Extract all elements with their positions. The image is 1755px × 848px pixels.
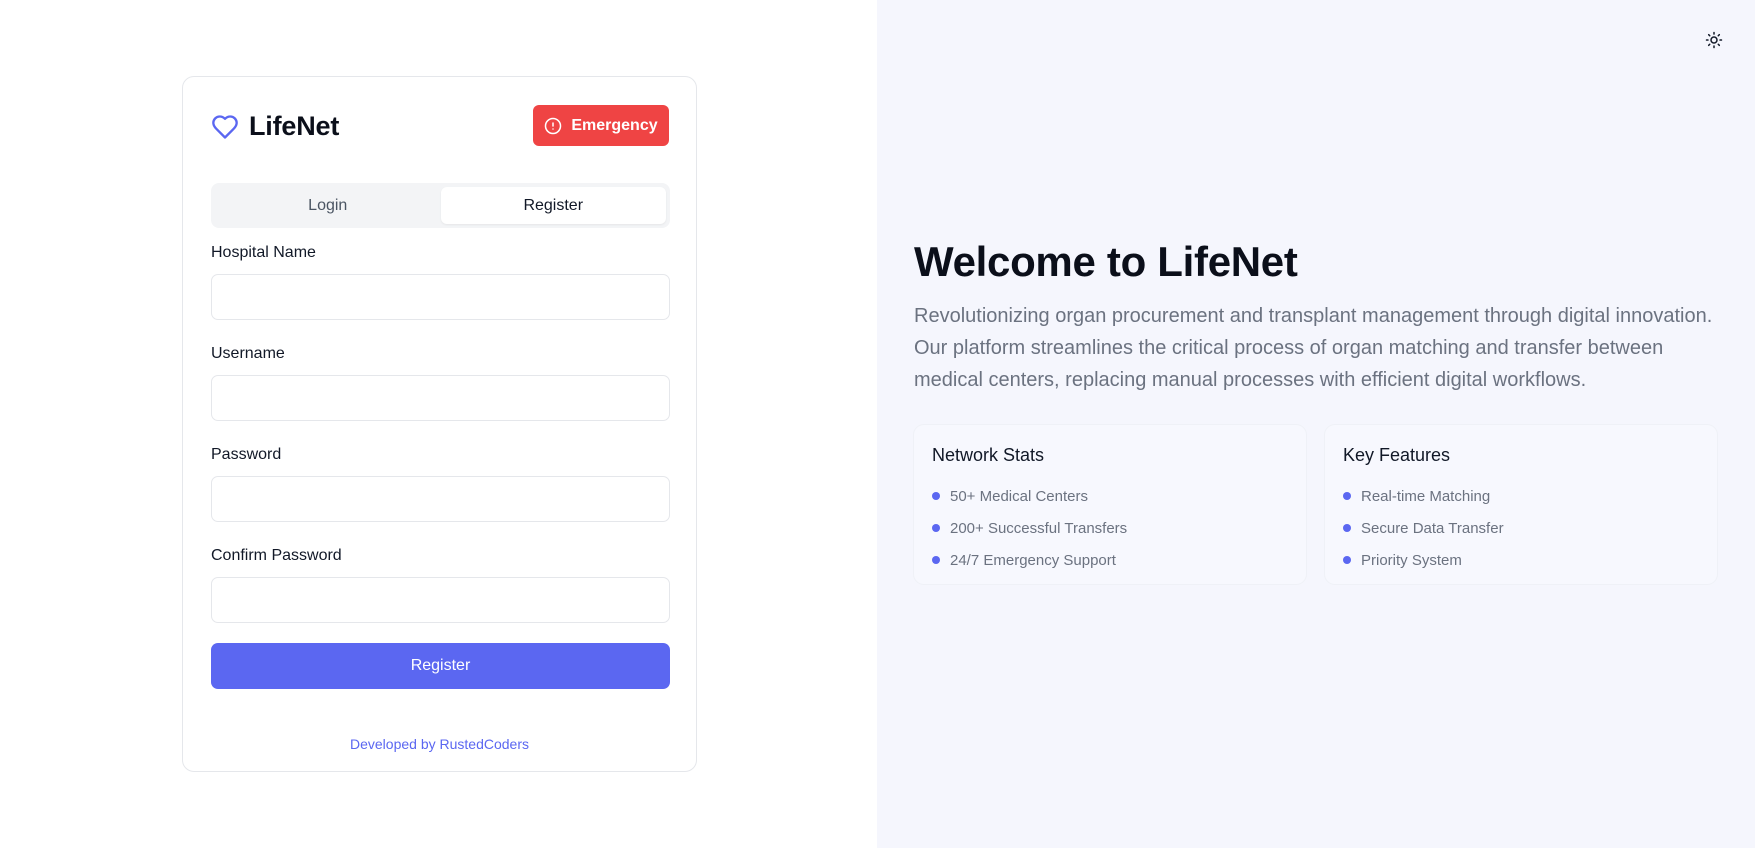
bullet-dot-icon — [932, 492, 940, 500]
confirm-password-label: Confirm Password — [211, 547, 342, 564]
developer-credit: Developed by RustedCoders — [350, 736, 529, 752]
register-button[interactable]: Register — [211, 643, 670, 689]
hospital-name-input[interactable] — [211, 274, 670, 320]
network-stats-title: Network Stats — [932, 445, 1045, 465]
heart-icon — [211, 113, 239, 141]
key-features-title: Key Features — [1343, 445, 1451, 465]
list-item-text: Priority System — [1361, 551, 1462, 569]
page: LifeNet Emergency Login Register Hospita… — [0, 0, 1755, 848]
bullet-dot-icon — [932, 524, 940, 532]
list-item: Priority System — [1343, 544, 1699, 576]
bullet-dot-icon — [1343, 556, 1351, 564]
confirm-password-input[interactable] — [211, 577, 670, 623]
list-item-text: 200+ Successful Transfers — [950, 519, 1128, 537]
key-features-card: Key Features Real-time Matching Secure D… — [1325, 425, 1717, 584]
sun-icon — [1705, 31, 1723, 54]
network-stats-list: 50+ Medical Centers 200+ Successful Tran… — [932, 480, 1288, 576]
theme-toggle-button[interactable] — [1704, 31, 1724, 54]
bullet-dot-icon — [1343, 524, 1351, 532]
list-item: Real-time Matching — [1343, 480, 1699, 512]
list-item-text: Real-time Matching — [1361, 487, 1491, 505]
username-label: Username — [211, 345, 285, 362]
welcome-panel: Welcome to LifeNet Revolutionizing organ… — [877, 0, 1755, 848]
emergency-label: Emergency — [571, 116, 658, 134]
brand: LifeNet — [211, 111, 339, 142]
brand-name: LifeNet — [249, 111, 340, 141]
list-item-text: 24/7 Emergency Support — [950, 551, 1116, 569]
list-item-text: Secure Data Transfer — [1361, 519, 1504, 537]
emergency-button[interactable]: Emergency — [533, 105, 669, 146]
list-item: 50+ Medical Centers — [932, 480, 1288, 512]
list-item: 200+ Successful Transfers — [932, 512, 1288, 544]
network-stats-card: Network Stats 50+ Medical Centers 200+ S… — [914, 425, 1306, 584]
bullet-dot-icon — [932, 556, 940, 564]
hero-title: Welcome to LifeNet — [914, 238, 1298, 285]
hospital-name-label: Hospital Name — [211, 244, 316, 261]
alert-circle-icon — [544, 117, 562, 135]
password-label: Password — [211, 446, 282, 463]
list-item: Secure Data Transfer — [1343, 512, 1699, 544]
key-features-list: Real-time Matching Secure Data Transfer … — [1343, 480, 1699, 576]
auth-tabs: Login Register — [211, 183, 670, 228]
username-input[interactable] — [211, 375, 670, 421]
list-item: 24/7 Emergency Support — [932, 544, 1288, 576]
bullet-dot-icon — [1343, 492, 1351, 500]
list-item-text: 50+ Medical Centers — [950, 487, 1088, 505]
tab-login[interactable]: Login — [215, 187, 441, 224]
auth-panel: LifeNet Emergency Login Register Hospita… — [0, 0, 877, 848]
auth-card: LifeNet Emergency Login Register Hospita… — [182, 76, 697, 772]
hero-description: Revolutionizing organ procurement and tr… — [914, 305, 1713, 391]
password-input[interactable] — [211, 476, 670, 522]
tab-register[interactable]: Register — [440, 187, 666, 224]
